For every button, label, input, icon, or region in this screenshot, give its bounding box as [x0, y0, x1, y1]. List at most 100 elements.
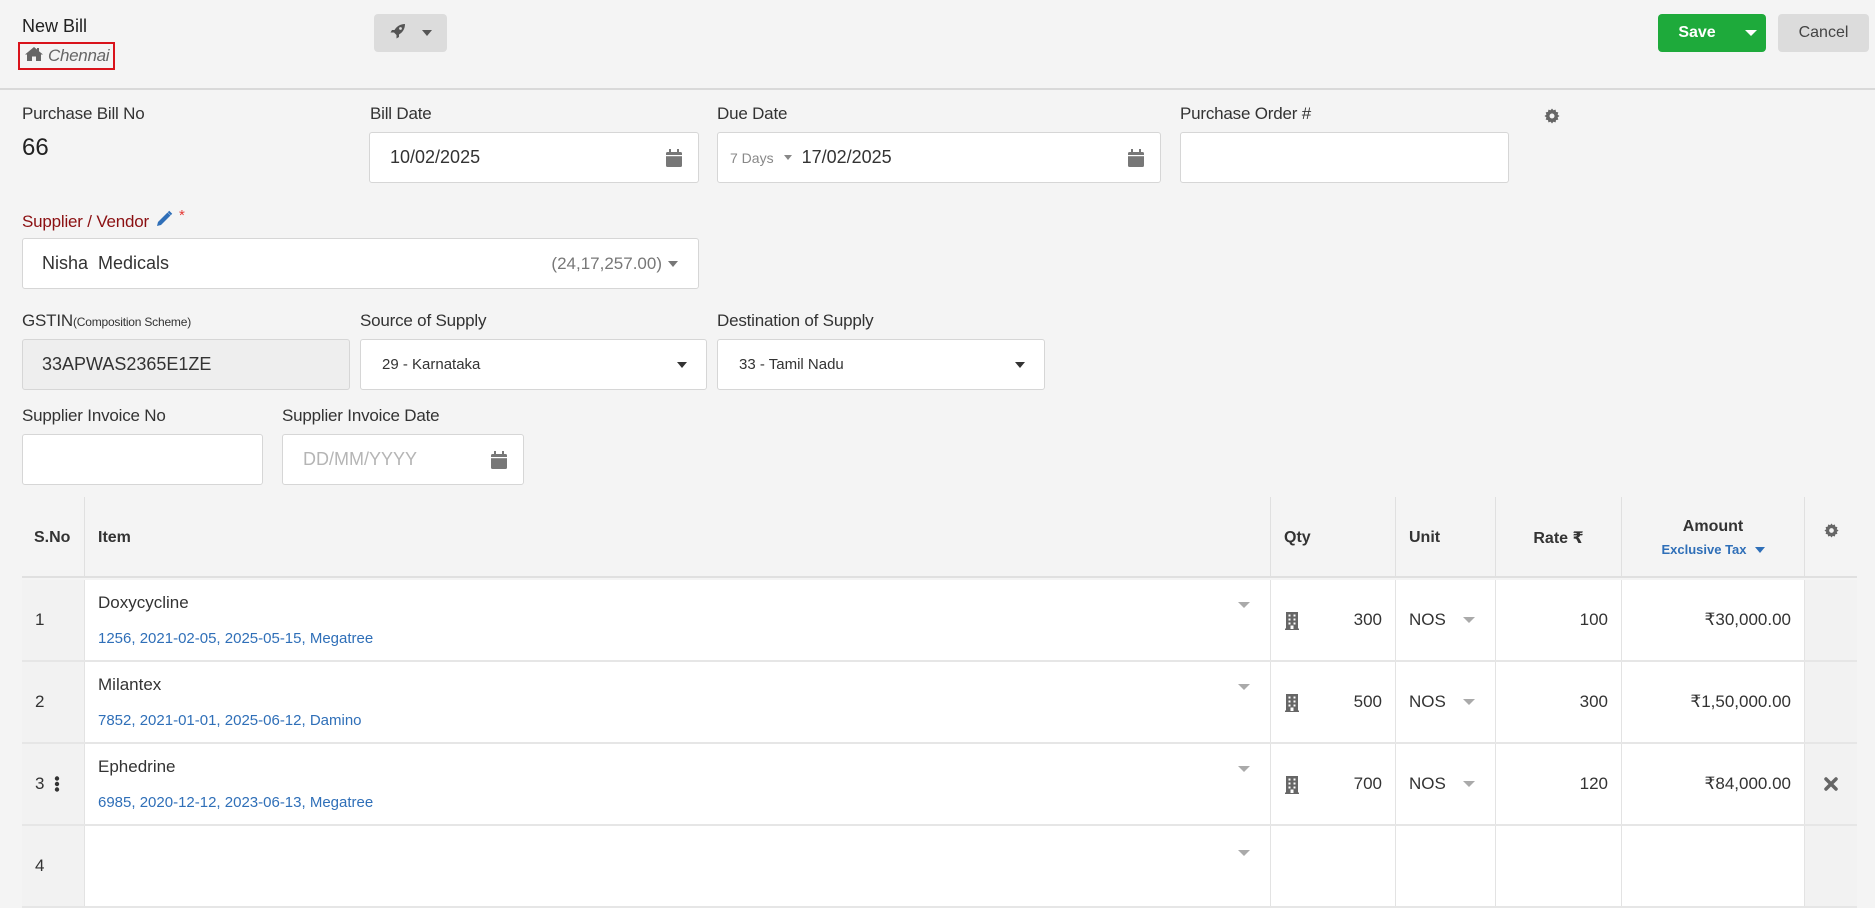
- supplier-select[interactable]: Nisha Medicals (24,17,257.00): [22, 238, 699, 289]
- save-button[interactable]: Save: [1658, 24, 1736, 42]
- qty-input[interactable]: 500: [1271, 662, 1396, 742]
- amount-value: ₹30,000.00: [1704, 610, 1791, 629]
- chevron-down-icon: [1238, 766, 1250, 772]
- bill-no-value: 66: [22, 134, 49, 161]
- row-actions-cell: [1805, 826, 1857, 906]
- purchase-order-label: Purchase Order #: [1180, 104, 1311, 123]
- supplier-label-group: Supplier / Vendor *: [22, 207, 185, 233]
- branch-selector[interactable]: Chennai: [18, 42, 116, 70]
- chevron-down-icon: [677, 361, 687, 368]
- row-sno: 4: [35, 856, 45, 875]
- row-sno: 1: [35, 610, 45, 629]
- rate-value: 120: [1579, 774, 1608, 793]
- table-row: 4: [22, 826, 1857, 908]
- item-batch-details[interactable]: 7852, 2021-01-01, 2025-06-12, Damino: [98, 712, 362, 729]
- table-row: 1 Doxycycline 1256, 2021-02-05, 2025-05-…: [22, 580, 1857, 662]
- row-actions-cell: [1805, 662, 1857, 742]
- chevron-down-icon: [668, 260, 678, 267]
- supplier-invoice-no-input[interactable]: [22, 434, 263, 485]
- source-of-supply-value: 29 - Karnataka: [382, 356, 481, 373]
- branch-name: Chennai: [48, 46, 110, 65]
- destination-of-supply-select[interactable]: 33 - Tamil Nadu: [717, 339, 1045, 390]
- unit-select[interactable]: NOS: [1396, 744, 1496, 824]
- table-settings[interactable]: [1805, 497, 1857, 578]
- page-title: New Bill: [22, 16, 88, 36]
- calendar-icon[interactable]: [1128, 149, 1144, 172]
- gstin-value: 33APWAS2365E1ZE: [42, 354, 212, 374]
- source-of-supply-select[interactable]: 29 - Karnataka: [360, 339, 707, 390]
- due-date-field[interactable]: 7 Days 17/02/2025: [717, 132, 1161, 183]
- qty-input[interactable]: 700: [1271, 744, 1396, 824]
- calendar-icon[interactable]: [666, 149, 682, 172]
- unit-value: NOS: [1409, 774, 1446, 793]
- item-batch-details[interactable]: 1256, 2021-02-05, 2025-05-15, Megatree: [98, 630, 373, 647]
- due-date-label: Due Date: [717, 104, 788, 123]
- bill-date-field[interactable]: 10/02/2025: [369, 132, 699, 183]
- calendar-icon[interactable]: [491, 451, 507, 474]
- item-select[interactable]: Ephedrine 6985, 2020-12-12, 2023-06-13, …: [85, 744, 1271, 824]
- item-name: Ephedrine: [98, 757, 176, 776]
- chevron-down-icon: [1745, 30, 1757, 36]
- col-item: Item: [85, 497, 1271, 578]
- chevron-down-icon: [421, 30, 432, 36]
- amount-value: ₹84,000.00: [1704, 774, 1791, 793]
- chevron-down-icon: [1238, 602, 1250, 608]
- rate-input[interactable]: 300: [1496, 662, 1622, 742]
- unit-select[interactable]: NOS: [1396, 662, 1496, 742]
- chevron-down-icon: [1463, 699, 1475, 705]
- amount-cell: ₹30,000.00: [1622, 580, 1805, 660]
- quick-actions-button[interactable]: [374, 14, 447, 52]
- rate-input[interactable]: 100: [1496, 580, 1622, 660]
- rocket-icon: [389, 22, 407, 45]
- save-options-toggle[interactable]: [1736, 30, 1766, 36]
- item-select[interactable]: [85, 826, 1271, 906]
- unit-select[interactable]: [1396, 826, 1496, 906]
- purchase-order-input[interactable]: [1180, 132, 1509, 183]
- item-name: Doxycycline: [98, 593, 189, 612]
- qty-value: 700: [1353, 774, 1382, 793]
- col-amount: Amount Exclusive Tax: [1622, 497, 1805, 578]
- row-sno-cell: 1: [22, 580, 85, 660]
- table-row: 2 Milantex 7852, 2021-01-01, 2025-06-12,…: [22, 662, 1857, 744]
- rate-input[interactable]: 120: [1496, 744, 1622, 824]
- row-sno: 2: [35, 692, 45, 711]
- item-select[interactable]: Doxycycline 1256, 2021-02-05, 2025-05-15…: [85, 580, 1271, 660]
- source-of-supply-label: Source of Supply: [360, 311, 487, 330]
- gear-icon[interactable]: [1823, 523, 1839, 543]
- edit-pencil-icon[interactable]: [155, 210, 173, 233]
- qty-input[interactable]: 300: [1271, 580, 1396, 660]
- warehouse-icon[interactable]: [1285, 776, 1299, 794]
- chevron-down-icon: [1463, 617, 1475, 623]
- item-batch-details[interactable]: 6985, 2020-12-12, 2023-06-13, Megatree: [98, 794, 373, 811]
- col-sno: S.No: [22, 497, 85, 578]
- gear-icon[interactable]: [1544, 108, 1560, 129]
- unit-select[interactable]: NOS: [1396, 580, 1496, 660]
- due-terms-select[interactable]: 7 Days: [730, 150, 774, 166]
- supplier-invoice-no-label: Supplier Invoice No: [22, 406, 166, 425]
- row-sno-cell: 3: [22, 744, 85, 824]
- warehouse-icon[interactable]: [1285, 694, 1299, 712]
- page-header: New Bill Chennai Save Cancel: [0, 0, 1875, 90]
- amount-cell: ₹84,000.00: [1622, 744, 1805, 824]
- cancel-button[interactable]: Cancel: [1778, 14, 1869, 52]
- remove-row-icon[interactable]: [1824, 777, 1838, 791]
- chevron-down-icon: [1238, 850, 1250, 856]
- table-header: S.No Item Qty Unit Rate ₹ Amount Exclusi…: [22, 497, 1857, 578]
- supplier-label: Supplier / Vendor: [22, 211, 150, 231]
- supplier-value: Nisha Medicals: [42, 253, 170, 273]
- amount-cell: [1622, 826, 1805, 906]
- row-sno-cell: 2: [22, 662, 85, 742]
- chevron-down-icon: [783, 155, 792, 160]
- tax-mode-select[interactable]: Exclusive Tax: [1661, 542, 1765, 557]
- qty-input[interactable]: [1271, 826, 1396, 906]
- supplier-invoice-date-input[interactable]: DD/MM/YYYY: [282, 434, 524, 485]
- table-row: 3 Ephedrine 6985, 2020-12-12, 2023-06-13…: [22, 744, 1857, 826]
- destination-of-supply-value: 33 - Tamil Nadu: [739, 356, 844, 373]
- item-select[interactable]: Milantex 7852, 2021-01-01, 2025-06-12, D…: [85, 662, 1271, 742]
- warehouse-icon[interactable]: [1285, 612, 1299, 630]
- row-drag-handle-icon[interactable]: [54, 776, 60, 792]
- required-marker: *: [179, 207, 185, 224]
- bill-date-value: 10/02/2025: [390, 147, 481, 167]
- rate-input[interactable]: [1496, 826, 1622, 906]
- qty-value: 300: [1353, 610, 1382, 629]
